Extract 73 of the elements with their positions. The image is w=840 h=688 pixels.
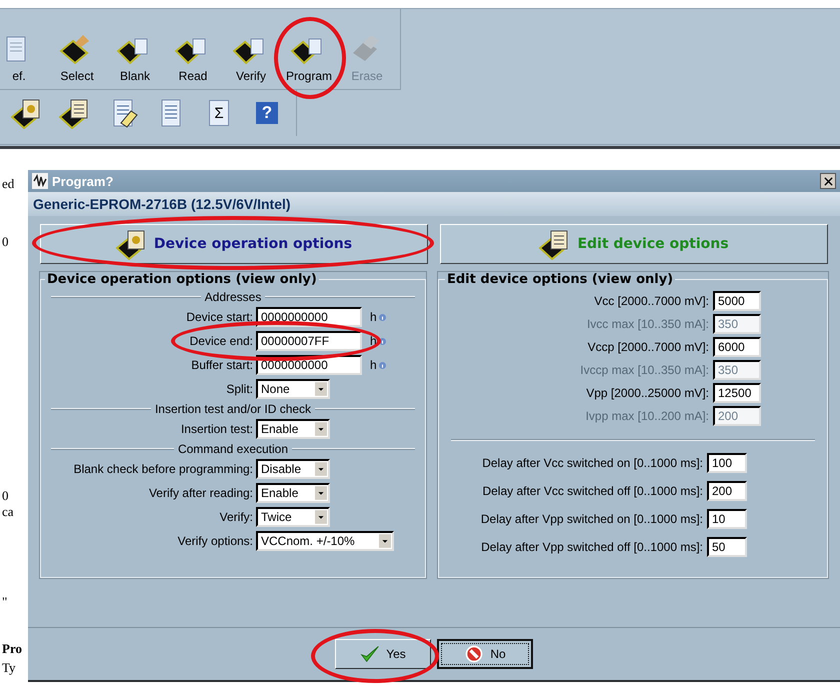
input-field[interactable]: 5000 (713, 290, 761, 310)
field-label: Vccp [2000..7000 mV]: (586, 340, 710, 354)
background-text: " (2, 594, 8, 610)
field-label: Insertion test: (180, 422, 254, 436)
field-label: Vcc [2000..7000 mV]: (593, 294, 710, 308)
no-entry-icon (464, 644, 484, 664)
dropdown[interactable]: Enable (256, 419, 330, 439)
app-icon (32, 173, 48, 189)
background-text: ca (2, 504, 14, 520)
background-text: ed (2, 176, 14, 192)
group-title: Edit device options (view only) (446, 272, 674, 287)
unit-label: h (370, 310, 377, 324)
toolbar-label: ef. (12, 69, 26, 83)
field-label: Delay after Vcc switched off [0..1000 ms]: (481, 484, 704, 498)
help-icon: ? (256, 102, 278, 124)
background-text: 0 (2, 234, 8, 250)
field-label: Delay after Vcc switched on [0..1000 ms]: (481, 456, 704, 470)
toolbar-label: Verify (236, 69, 266, 83)
toolbar-label: Blank (120, 69, 150, 83)
input-field[interactable]: 10 (707, 509, 747, 529)
input-field[interactable]: 12500 (713, 382, 761, 402)
field-label: Blank check before programming: (72, 462, 254, 476)
unit-label: h (370, 334, 377, 348)
input-field[interactable]: 6000 (713, 336, 761, 356)
field-label: Verify options: (176, 534, 254, 548)
checkmark-icon (360, 644, 380, 664)
field-label: Split: (225, 382, 254, 396)
section-heading: Command execution (178, 442, 288, 456)
options-button[interactable]: Device operation options (40, 224, 428, 264)
dropdown[interactable]: Enable (256, 483, 330, 503)
info-icon (378, 314, 386, 320)
background-text: 0 (2, 488, 8, 504)
background-text: Pro (2, 641, 22, 657)
window-title: Program? (52, 174, 114, 188)
info-icon (378, 338, 386, 344)
input-field[interactable]: 100 (707, 453, 747, 473)
field-label: Ivccp max [10..350 mA]: (579, 362, 710, 376)
close-icon (824, 176, 832, 186)
input-field[interactable]: 50 (707, 537, 747, 557)
toolbar-button[interactable]: Σ (200, 96, 238, 130)
toolbar-label: Erase (351, 69, 383, 83)
field-label: Device end: (188, 334, 254, 348)
device-name: Generic-EPROM-2716B (12.5V/6V/Intel) (33, 196, 291, 212)
dropdown[interactable]: VCCnom. +/-10% (256, 531, 394, 551)
background-text: Ty (2, 660, 16, 676)
field-label: Vpp [2000..25000 mV]: (585, 386, 710, 400)
field-label: Ivcc max [10..350 mA]: (586, 316, 710, 330)
field-label: Ivpp max [10..200 mA]: (584, 408, 710, 422)
toolbar-button[interactable]: ? (248, 96, 286, 130)
dropdown[interactable]: Twice (256, 507, 330, 527)
info-icon (378, 362, 386, 368)
group-title: Device operation options (view only) (46, 272, 318, 287)
toolbar-label: Program (286, 69, 332, 83)
close-button[interactable] (820, 173, 836, 189)
section-heading: Insertion test and/or ID check (154, 402, 312, 416)
dropdown[interactable]: None (256, 379, 330, 399)
toolbar-label: Read (178, 69, 208, 83)
input-field[interactable]: 00000007FF (256, 331, 362, 351)
unit-label: h (370, 358, 377, 372)
field-label: Delay after Vpp switched off [0..1000 ms]: (480, 540, 704, 554)
chip-icon (59, 33, 91, 65)
dropdown[interactable]: Disable (256, 459, 330, 479)
field-label: Verify after reading: (148, 486, 254, 500)
no-button[interactable]: No (437, 639, 533, 669)
toolbar-label: Select (60, 69, 94, 83)
field-label: Buffer start: (190, 358, 254, 372)
sigma-icon: Σ (209, 100, 229, 126)
field-label: Device start: (185, 310, 254, 324)
section-heading: Addresses (204, 290, 262, 304)
field-label: Verify: (218, 510, 254, 524)
input-field[interactable]: 200 (707, 481, 747, 501)
field-label: Delay after Vpp switched on [0..1000 ms]: (480, 512, 704, 526)
yes-button[interactable]: Yes (335, 639, 431, 669)
